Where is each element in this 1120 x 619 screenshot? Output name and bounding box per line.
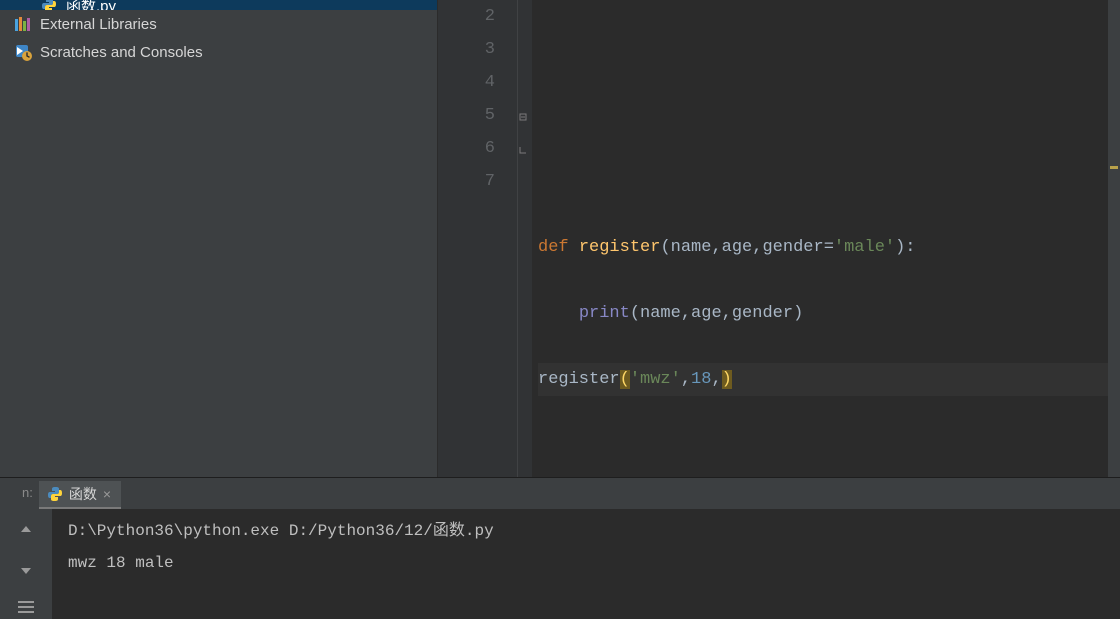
- tree-file-label: 函数.py: [66, 0, 116, 10]
- code-area[interactable]: def register(name,age,gender='male'): pr…: [532, 0, 1120, 477]
- string-literal: 'mwz': [630, 370, 681, 389]
- editor-gutter: 2 3 4 5 6 7: [438, 0, 518, 477]
- code-line: [538, 165, 1120, 198]
- fold-column: [518, 0, 532, 477]
- indent: [538, 304, 579, 323]
- console-line: D:\Python36\python.exe D:/Python36/12/函数…: [68, 515, 1120, 547]
- line-number: 4: [438, 66, 495, 99]
- run-panel: n: 函数 × D:\Python36\python.exe D:/Python…: [0, 477, 1120, 619]
- line-number: 5: [438, 99, 495, 132]
- console-output[interactable]: D:\Python36\python.exe D:/Python36/12/函数…: [52, 509, 1120, 619]
- console-body: D:\Python36\python.exe D:/Python36/12/函数…: [0, 509, 1120, 619]
- paren-close-colon: ):: [895, 238, 915, 257]
- console-toolbar: [0, 509, 52, 619]
- run-tab[interactable]: 函数 ×: [39, 481, 121, 509]
- arg: gender: [732, 304, 793, 323]
- python-icon: [47, 486, 63, 502]
- code-line: [538, 33, 1120, 66]
- comma: ,: [711, 238, 721, 257]
- line-number: 2: [438, 0, 495, 33]
- console-line: mwz 18 male: [68, 547, 1120, 579]
- code-editor[interactable]: 2 3 4 5 6 7 def register(name,age,gender…: [438, 0, 1120, 477]
- run-tab-label: 函数: [69, 484, 97, 504]
- paren-open: (: [630, 304, 640, 323]
- comma: ,: [752, 238, 762, 257]
- python-file-icon: [40, 0, 58, 10]
- code-line-current: register('mwz',18,): [538, 363, 1120, 396]
- function-name: register: [579, 238, 661, 257]
- code-line: [538, 99, 1120, 132]
- arg: name: [640, 304, 681, 323]
- soft-wrap-button[interactable]: [14, 595, 38, 619]
- equals: =: [824, 238, 834, 257]
- tree-file-hanshu-py[interactable]: 函数.py: [0, 0, 437, 10]
- tree-external-libraries[interactable]: External Libraries: [0, 10, 437, 38]
- paren-close: ): [793, 304, 803, 323]
- keyword-def: def: [538, 238, 569, 257]
- paren-open: (: [660, 238, 670, 257]
- comma: ,: [711, 370, 721, 389]
- project-tree: 函数.py External Libraries: [0, 0, 437, 66]
- editor-scrollbar[interactable]: [1108, 0, 1120, 477]
- number-literal: 18: [691, 370, 711, 389]
- code-line: print(name,age,gender): [538, 297, 1120, 330]
- tree-scratches[interactable]: Scratches and Consoles: [0, 38, 437, 66]
- fold-end-icon[interactable]: [518, 137, 530, 149]
- param: age: [722, 238, 753, 257]
- call-name: register: [538, 370, 620, 389]
- warning-marker[interactable]: [1110, 166, 1118, 169]
- code-line: def register(name,age,gender='male'):: [538, 231, 1120, 264]
- stack-down-button[interactable]: [14, 557, 38, 581]
- comma: ,: [681, 370, 691, 389]
- param: name: [671, 238, 712, 257]
- run-label: n:: [22, 485, 33, 503]
- close-icon[interactable]: ×: [103, 486, 111, 502]
- project-sidebar: 函数.py External Libraries: [0, 0, 438, 477]
- fold-open-icon[interactable]: [518, 104, 530, 116]
- param: gender: [762, 238, 823, 257]
- paren-close-highlight: ): [722, 370, 732, 389]
- scratches-label: Scratches and Consoles: [40, 44, 203, 61]
- line-number: 6: [438, 132, 495, 165]
- comma: ,: [681, 304, 691, 323]
- main-split: 函数.py External Libraries: [0, 0, 1120, 477]
- builtin-print: print: [579, 304, 630, 323]
- stack-up-button[interactable]: [14, 519, 38, 543]
- scratches-icon: [14, 43, 32, 61]
- arg: age: [691, 304, 722, 323]
- comma: ,: [722, 304, 732, 323]
- paren-open-highlight: (: [620, 370, 630, 389]
- external-libraries-label: External Libraries: [40, 16, 157, 33]
- string-literal: 'male': [834, 238, 895, 257]
- line-number: 3: [438, 33, 495, 66]
- external-libraries-icon: [14, 15, 32, 33]
- line-number: 7: [438, 165, 495, 198]
